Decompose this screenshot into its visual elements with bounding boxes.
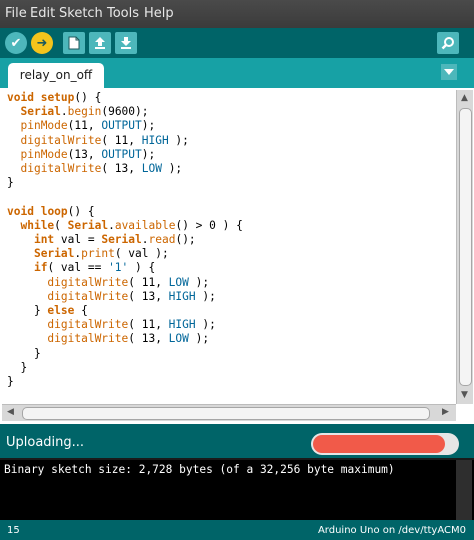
scroll-left-icon[interactable]: ◀: [7, 407, 14, 417]
verify-button[interactable]: ✔: [5, 32, 27, 54]
status-text: Uploading...: [6, 435, 85, 450]
line-number: 15: [7, 525, 20, 536]
code-line[interactable]: pinMode(11, OUTPUT);: [7, 119, 453, 133]
code-line[interactable]: if( val == '1' ) {: [7, 261, 453, 275]
new-button[interactable]: [63, 32, 85, 54]
arrow-right-icon: ➜: [36, 35, 48, 51]
console[interactable]: Binary sketch size: 2,728 bytes (of a 32…: [0, 458, 474, 522]
upload-progress-fill: [313, 435, 445, 453]
board-port-label: Arduino Uno on /dev/ttyACM0: [317, 525, 466, 536]
code-line[interactable]: digitalWrite( 11, HIGH );: [7, 134, 453, 148]
magnifier-icon: [441, 37, 454, 50]
code-line[interactable]: Serial.print( val );: [7, 247, 453, 261]
horizontal-scrollbar[interactable]: ◀ ▶: [2, 404, 456, 421]
console-output: Binary sketch size: 2,728 bytes (of a 32…: [4, 463, 395, 476]
tab-menu-button[interactable]: [441, 64, 457, 80]
scroll-down-icon[interactable]: ▼: [461, 390, 468, 400]
menu-sketch[interactable]: Sketch: [59, 6, 103, 21]
upload-button[interactable]: ➜: [31, 32, 53, 54]
code-line[interactable]: int val = Serial.read();: [7, 233, 453, 247]
horizontal-scroll-thumb[interactable]: [22, 407, 430, 420]
menu-edit[interactable]: Edit: [30, 6, 55, 21]
code-line[interactable]: digitalWrite( 11, LOW );: [7, 276, 453, 290]
code-line[interactable]: }: [7, 347, 453, 361]
open-button[interactable]: [89, 32, 111, 54]
menu-help[interactable]: Help: [144, 6, 174, 21]
menu-file[interactable]: File: [5, 6, 27, 21]
menu-bar: File Edit Sketch Tools Help: [0, 0, 474, 28]
toolbar: ✔ ➜: [0, 28, 474, 58]
code-line[interactable]: ​: [7, 190, 453, 204]
status-bar: Uploading...: [0, 430, 474, 458]
code-line[interactable]: pinMode(13, OUTPUT);: [7, 148, 453, 162]
tab-bar: relay_on_off: [0, 58, 474, 88]
code-line[interactable]: digitalWrite( 13, LOW );: [7, 162, 453, 176]
code-editor[interactable]: void setup() { Serial.begin(9600); pinMo…: [0, 88, 474, 424]
chevron-down-icon: [444, 69, 454, 75]
code-line[interactable]: digitalWrite( 13, LOW );: [7, 332, 453, 346]
vertical-scroll-thumb[interactable]: [459, 108, 472, 386]
footer-bar: 15 Arduino Uno on /dev/ttyACM0: [0, 520, 474, 540]
code-line[interactable]: while( Serial.available() > 0 ) {: [7, 219, 453, 233]
menu-tools[interactable]: Tools: [107, 6, 139, 21]
save-button[interactable]: [115, 32, 137, 54]
code-line[interactable]: } else {: [7, 304, 453, 318]
code-line[interactable]: }: [7, 361, 453, 375]
upload-progress-bar: [311, 433, 459, 455]
open-arrow-up-icon: [95, 37, 105, 49]
save-arrow-down-icon: [121, 37, 131, 49]
code-line[interactable]: void loop() {: [7, 205, 453, 219]
new-document-icon: [68, 36, 80, 50]
scroll-up-icon[interactable]: ▲: [461, 93, 468, 103]
scroll-right-icon[interactable]: ▶: [442, 407, 449, 417]
code-line[interactable]: }: [7, 375, 453, 389]
console-scrollbar[interactable]: [456, 460, 472, 522]
tab-relay-on-off[interactable]: relay_on_off: [8, 63, 104, 88]
check-icon: ✔: [10, 35, 22, 51]
code-line[interactable]: }: [7, 176, 453, 190]
serial-monitor-button[interactable]: [437, 32, 459, 54]
code-area[interactable]: void setup() { Serial.begin(9600); pinMo…: [7, 91, 453, 391]
code-line[interactable]: void setup() {: [7, 91, 453, 105]
vertical-scrollbar[interactable]: ▲ ▼: [456, 90, 473, 404]
code-line[interactable]: Serial.begin(9600);: [7, 105, 453, 119]
code-line[interactable]: digitalWrite( 11, HIGH );: [7, 318, 453, 332]
code-line[interactable]: digitalWrite( 13, HIGH );: [7, 290, 453, 304]
